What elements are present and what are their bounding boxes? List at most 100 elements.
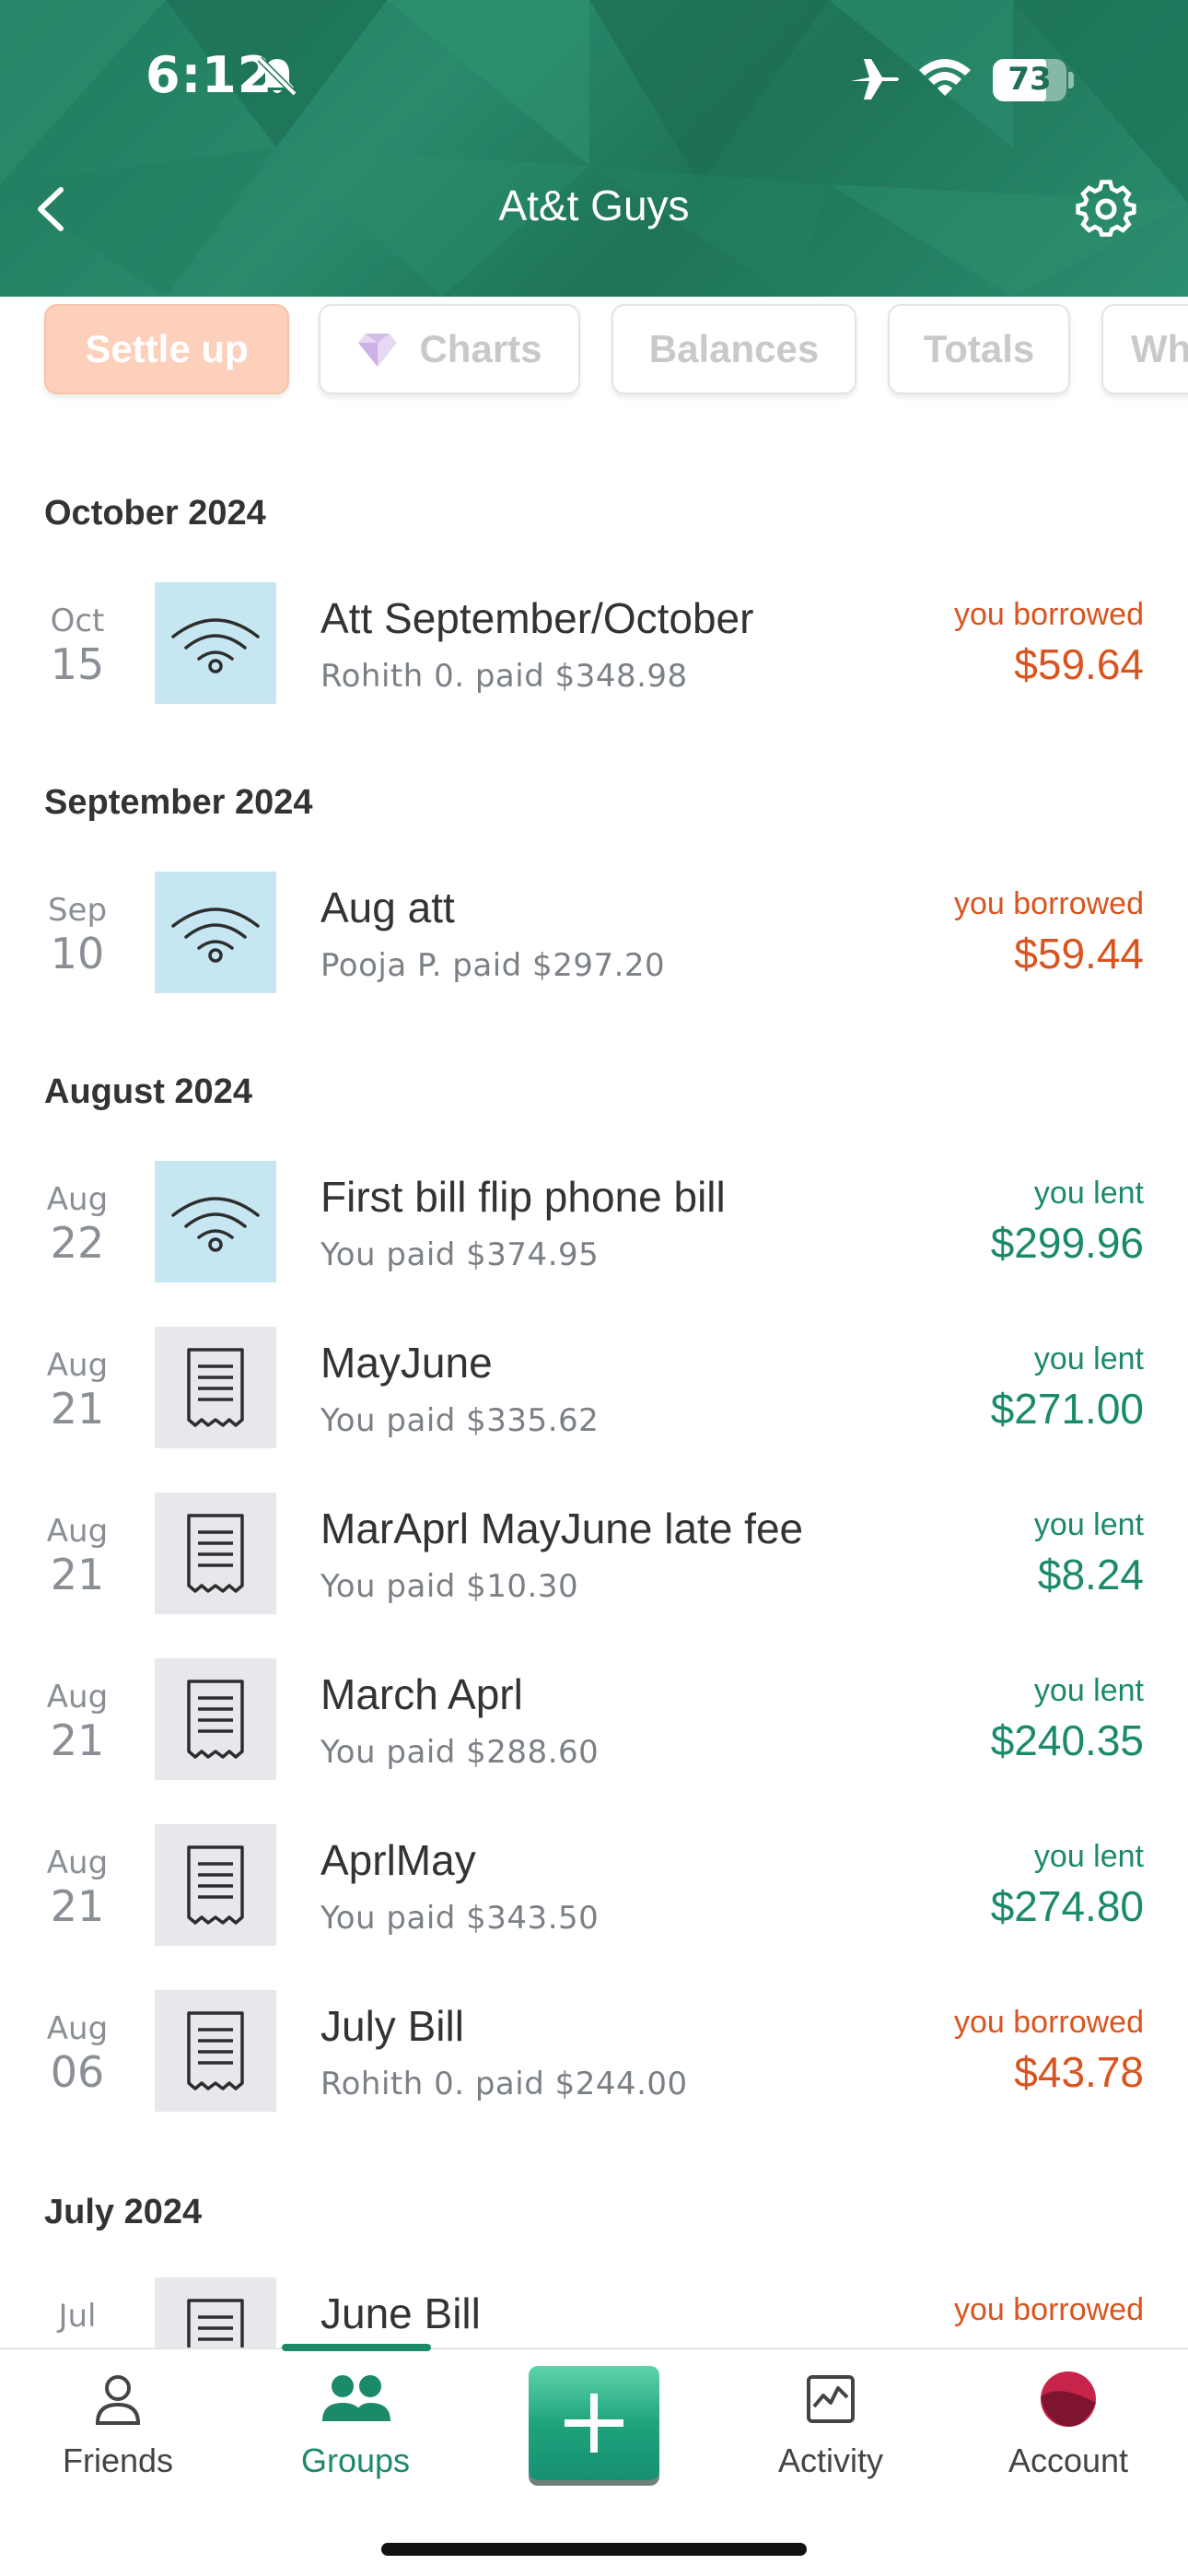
more-label: Wh bbox=[1131, 327, 1188, 370]
battery-indicator: 73 bbox=[993, 59, 1076, 101]
expense-row[interactable]: Aug 21 MarAprl MayJune late fee You paid… bbox=[0, 1493, 1188, 1640]
balances-button[interactable]: Balances bbox=[611, 304, 856, 394]
account-avatar-icon bbox=[1041, 2371, 1096, 2427]
receipt-icon bbox=[155, 1493, 276, 1614]
expense-row[interactable]: Sep 10 Aug att Pooja P. paid $297.20 you… bbox=[0, 872, 1188, 1019]
expense-payer: You paid $374.95 bbox=[320, 1236, 600, 1273]
app-header: 6:12 73 At&t Guys bbox=[0, 0, 1188, 297]
expense-day: 22 bbox=[50, 1218, 105, 1268]
receipt-icon bbox=[155, 2277, 276, 2348]
tab-account[interactable]: Account bbox=[976, 2370, 1160, 2480]
activity-icon bbox=[807, 2375, 855, 2423]
expense-payer: You paid $335.62 bbox=[320, 1402, 600, 1439]
expense-row[interactable]: Aug 22 First bill flip phone bill You pa… bbox=[0, 1161, 1188, 1308]
home-indicator bbox=[381, 2543, 807, 2556]
section-header: August 2024 bbox=[44, 1072, 252, 1111]
expense-month: Aug bbox=[46, 2010, 109, 2047]
receipt-icon bbox=[155, 1824, 276, 1946]
tab-account-label: Account bbox=[1007, 2441, 1129, 2479]
section-header: September 2024 bbox=[44, 783, 313, 822]
expense-row[interactable]: Oct 15 Att September/October Rohith 0. p… bbox=[0, 582, 1188, 730]
balances-label: Balances bbox=[648, 327, 820, 370]
airplane-icon bbox=[851, 59, 899, 100]
expense-description: First bill flip phone bill bbox=[320, 1173, 726, 1221]
expense-amount: $299.96 bbox=[990, 1219, 1144, 1267]
expense-description: Aug att bbox=[320, 884, 455, 931]
expense-description: Att September/October bbox=[320, 594, 754, 642]
expense-month: Aug bbox=[46, 1513, 109, 1550]
expense-status: you lent bbox=[1033, 1839, 1144, 1874]
person-icon bbox=[95, 2375, 141, 2425]
settle-up-button[interactable]: Settle up bbox=[44, 304, 289, 394]
plus-icon bbox=[565, 2394, 623, 2453]
wifi-icon bbox=[155, 1161, 276, 1282]
group-icon bbox=[322, 2375, 390, 2421]
expense-status: you borrowed bbox=[953, 2005, 1144, 2040]
receipt-icon bbox=[155, 1658, 276, 1780]
receipt-icon bbox=[155, 1327, 276, 1448]
group-title: At&t Guys bbox=[498, 181, 690, 229]
more-button[interactable]: Wh bbox=[1101, 304, 1188, 394]
expense-description: MarAprl MayJune late fee bbox=[320, 1505, 804, 1552]
expense-month: Sep bbox=[47, 892, 108, 929]
expense-day: 21 bbox=[50, 1881, 105, 1931]
expense-status: you borrowed bbox=[953, 886, 1144, 921]
tab-activity-label: Activity bbox=[777, 2441, 883, 2479]
bottom-tab-bar: Friends Groups Activity Account bbox=[0, 2344, 1188, 2576]
expense-month: Aug bbox=[46, 1844, 109, 1881]
expense-row[interactable]: Aug 21 AprlMay You paid $343.50 you lent… bbox=[0, 1824, 1188, 1972]
expense-amount: $274.80 bbox=[990, 1882, 1144, 1930]
expense-description: MayJune bbox=[320, 1339, 493, 1387]
expense-day: 21 bbox=[50, 1384, 105, 1434]
expense-description: July Bill bbox=[320, 2002, 464, 2050]
expense-description: June Bill bbox=[320, 2289, 481, 2337]
expense-payer: You paid $343.50 bbox=[320, 1900, 600, 1937]
expense-row[interactable]: Aug 21 MayJune You paid $335.62 you lent… bbox=[0, 1327, 1188, 1474]
expense-row[interactable]: Aug 06 July Bill Rohith 0. paid $244.00 … bbox=[0, 1990, 1188, 2137]
expense-payer: Rohith 0. paid $244.00 bbox=[320, 2066, 688, 2102]
expense-row[interactable]: Aug 21 March Aprl You paid $288.60 you l… bbox=[0, 1658, 1188, 1806]
tab-friends[interactable]: Friends bbox=[26, 2370, 210, 2480]
expense-description: March Aprl bbox=[320, 1670, 523, 1718]
expense-amount: $59.64 bbox=[1014, 640, 1144, 688]
expense-month: Aug bbox=[46, 1347, 109, 1384]
tab-groups-label: Groups bbox=[300, 2441, 411, 2479]
group-actions-bar: Settle up Charts Balances Totals Wh bbox=[0, 297, 1188, 407]
expense-day: 21 bbox=[50, 1715, 105, 1765]
expense-amount: $271.00 bbox=[990, 1385, 1144, 1433]
expense-month: Aug bbox=[46, 1679, 109, 1715]
expense-day: 10 bbox=[50, 929, 105, 978]
expense-status: you borrowed bbox=[953, 2292, 1144, 2327]
expense-status: you borrowed bbox=[953, 597, 1144, 632]
expense-status: you lent bbox=[1033, 1673, 1144, 1708]
status-bar: 6:12 73 bbox=[0, 46, 1188, 120]
receipt-icon bbox=[155, 1990, 276, 2112]
expense-status: you lent bbox=[1033, 1341, 1144, 1376]
wifi-icon bbox=[155, 872, 276, 993]
expense-status: you lent bbox=[1033, 1507, 1144, 1542]
add-expense-button[interactable] bbox=[529, 2366, 659, 2480]
settle-up-label: Settle up bbox=[85, 327, 249, 370]
expense-payer: Rohith 0. paid $348.98 bbox=[320, 658, 688, 695]
expense-payer: You paid $10.30 bbox=[320, 1568, 579, 1605]
expense-amount: $240.35 bbox=[990, 1716, 1144, 1764]
expense-month: Oct bbox=[50, 603, 105, 639]
gem-icon bbox=[358, 334, 398, 367]
expense-day: 15 bbox=[50, 639, 105, 689]
tab-groups[interactable]: Groups bbox=[263, 2370, 448, 2480]
battery-level: 73 bbox=[1007, 61, 1052, 98]
tab-activity[interactable]: Activity bbox=[739, 2370, 923, 2480]
expense-description: AprlMay bbox=[320, 1836, 476, 1884]
section-header: October 2024 bbox=[44, 494, 266, 533]
totals-button[interactable]: Totals bbox=[888, 304, 1070, 394]
expense-month: Aug bbox=[46, 1181, 109, 1218]
gear-icon[interactable] bbox=[1074, 177, 1138, 241]
expense-amount: $8.24 bbox=[1037, 1551, 1144, 1598]
expense-month: Jul bbox=[58, 2298, 97, 2335]
expense-amount: $59.44 bbox=[1014, 930, 1144, 978]
expense-row[interactable]: Jul June Bill you borrowed bbox=[0, 2277, 1188, 2348]
totals-label: Totals bbox=[923, 327, 1035, 370]
wifi-icon bbox=[155, 582, 276, 704]
expense-payer: You paid $288.60 bbox=[320, 1734, 600, 1771]
charts-button[interactable]: Charts bbox=[319, 304, 580, 394]
